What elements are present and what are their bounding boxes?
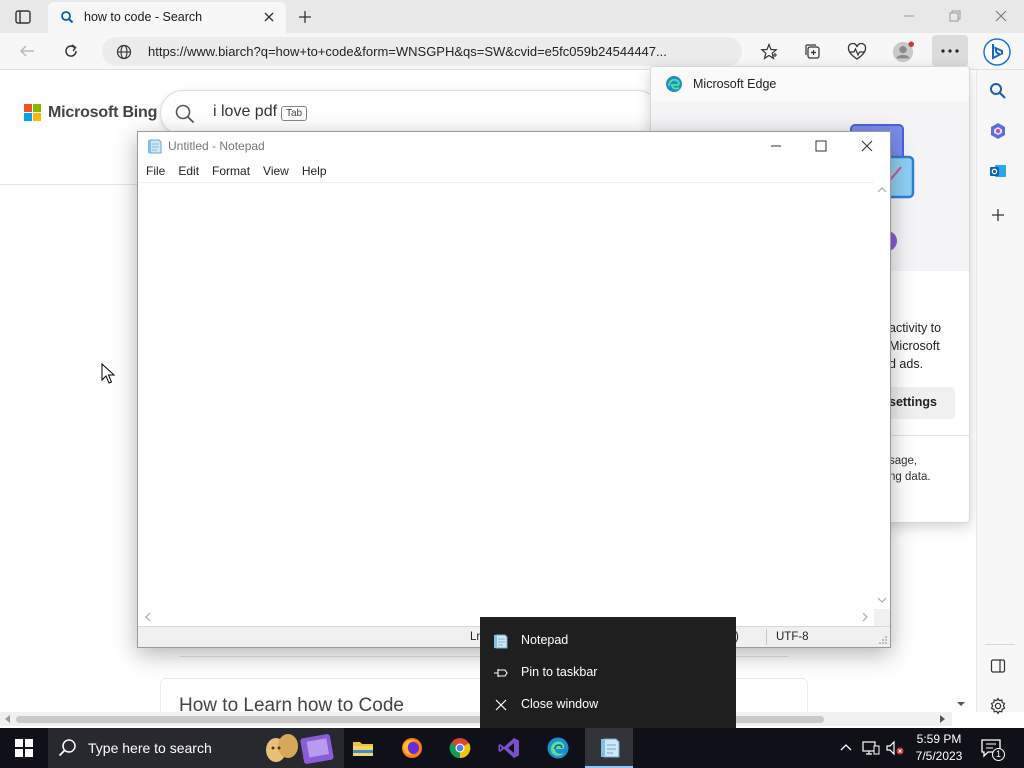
sidebar-microsoft365-icon[interactable] <box>987 120 1009 142</box>
windows-start-icon[interactable] <box>0 728 48 768</box>
notification-count-badge: 1 <box>992 748 1005 761</box>
close-window-icon[interactable] <box>988 6 1014 26</box>
search-query-text[interactable]: i love pdf <box>213 103 277 121</box>
browser-toolbar: https://www.biarch?q=how+to+code&form=WN… <box>0 33 1024 70</box>
taskbar-search-placeholder: Type here to search <box>88 740 212 756</box>
collections-icon[interactable] <box>802 41 824 63</box>
edge-logo-icon <box>665 75 683 93</box>
clock-date: 7/5/2023 <box>915 749 963 763</box>
tab-actions-icon[interactable] <box>10 6 36 28</box>
jumplist-item-notepad[interactable]: Notepad <box>480 625 736 657</box>
globe-icon[interactable] <box>116 44 132 60</box>
notepad-title: Untitled - Notepad <box>168 139 265 153</box>
menu-edit[interactable]: Edit <box>177 160 205 182</box>
url-text: https://www.biarch?q=how+to+code&form=WN… <box>148 44 667 59</box>
menu-view[interactable]: View <box>262 160 295 182</box>
browser-tab-active[interactable]: how to code - Search <box>48 2 286 33</box>
notepad-menubar: File Edit Format View Help <box>138 160 890 182</box>
edge-panel-body-text: activity to Microsoft d ads. <box>889 321 942 371</box>
bing-logo[interactable]: Microsoft Bing <box>24 104 157 122</box>
taskbar-notepad-button[interactable] <box>585 728 633 768</box>
back-arrow-icon[interactable] <box>16 41 38 61</box>
notepad-maximize-icon[interactable] <box>812 138 830 154</box>
menu-file[interactable]: File <box>145 160 171 182</box>
pin-icon <box>492 665 510 681</box>
sidebar-settings-gear-icon[interactable] <box>987 695 1009 717</box>
microsoft-logo-icon <box>24 104 42 122</box>
tab-title: how to code - Search <box>84 10 203 24</box>
status-separator <box>766 629 767 645</box>
browser-essentials-icon[interactable] <box>846 41 868 63</box>
page-horizontal-scrollbar[interactable] <box>0 712 952 726</box>
notepad-titlebar[interactable]: Untitled - Notepad <box>138 132 890 160</box>
minimize-icon[interactable] <box>896 6 922 26</box>
browser-tab-strip: how to code - Search <box>0 0 1024 33</box>
edge-sidebar <box>976 70 1024 715</box>
menu-help[interactable]: Help <box>301 160 333 182</box>
scroll-down-arrow-icon[interactable] <box>955 698 967 710</box>
edge-icon[interactable] <box>534 728 582 768</box>
mouse-cursor-icon <box>101 363 115 385</box>
search-favicon-icon <box>60 10 74 24</box>
notepad-window[interactable]: Untitled - Notepad File Edit Format View… <box>137 131 891 648</box>
profile-avatar-icon[interactable] <box>892 41 914 63</box>
edge-panel-header: Microsoft Edge <box>651 67 969 101</box>
address-bar[interactable]: https://www.biarch?q=how+to+code&form=WN… <box>102 37 742 66</box>
show-hidden-icons-chevron-icon[interactable] <box>838 740 854 756</box>
clock-time: 5:59 PM <box>916 732 962 746</box>
notepad-icon <box>599 738 621 758</box>
notepad-resize-grip[interactable] <box>874 609 890 626</box>
tab-close-icon[interactable] <box>262 10 276 24</box>
jumplist-item-close[interactable]: Close window <box>480 689 736 721</box>
visual-studio-icon[interactable] <box>485 728 533 768</box>
notepad-close-icon[interactable] <box>858 138 876 154</box>
file-explorer-icon[interactable] <box>339 728 387 768</box>
windows-taskbar: Type here to search 5:59 PM 7/5/2023 1 <box>0 728 1024 768</box>
jumplist-item-pin[interactable]: Pin to taskbar <box>480 657 736 689</box>
edge-panel-title: Microsoft Edge <box>693 77 777 91</box>
status-encoding: UTF-8 <box>776 631 809 643</box>
restore-icon[interactable] <box>942 6 968 26</box>
bing-search-box[interactable]: i love pdf Tab <box>160 90 660 136</box>
new-tab-icon[interactable] <box>294 6 316 28</box>
taskbar-clock[interactable]: 5:59 PM 7/5/2023 <box>908 731 970 765</box>
jumplist-label: Close window <box>521 697 599 711</box>
firefox-icon[interactable] <box>388 728 436 768</box>
header-divider <box>0 184 140 185</box>
sidebar-add-icon[interactable] <box>987 204 1009 226</box>
tab-hint-badge: Tab <box>281 106 308 121</box>
sidebar-search-icon[interactable] <box>987 80 1009 102</box>
bing-copilot-icon[interactable] <box>982 37 1012 67</box>
settings-button-label: settings <box>889 395 937 409</box>
edge-panel-footnote: sage, ng data. <box>889 455 931 483</box>
notepad-icon <box>492 633 510 649</box>
favorites-star-icon[interactable] <box>758 41 780 63</box>
notepad-icon <box>147 139 163 154</box>
close-icon <box>492 697 510 713</box>
jumplist-label: Notepad <box>521 633 569 647</box>
bing-logo-text: Microsoft Bing <box>48 104 158 121</box>
settings-and-more-button[interactable] <box>932 35 968 67</box>
volume-muted-icon[interactable] <box>886 740 904 756</box>
search-icon[interactable] <box>175 104 195 124</box>
taskbar-search-box[interactable]: Type here to search <box>48 728 344 768</box>
taskbar-jump-list: Notepad Pin to taskbar Close window <box>480 617 736 728</box>
jumplist-label: Pin to taskbar <box>521 665 598 679</box>
notepad-vertical-scrollbar[interactable] <box>874 182 890 609</box>
sidebar-divider <box>985 644 1015 645</box>
menu-format[interactable]: Format <box>211 160 256 182</box>
sidebar-outlook-icon[interactable] <box>987 160 1009 182</box>
search-highlight-art-icon <box>258 730 338 766</box>
search-icon <box>58 738 78 758</box>
refresh-icon[interactable] <box>60 41 82 61</box>
hide-sidebar-icon[interactable] <box>987 655 1009 677</box>
notepad-minimize-icon[interactable] <box>767 138 785 154</box>
chrome-icon[interactable] <box>436 728 484 768</box>
network-icon[interactable] <box>862 740 880 756</box>
notepad-text-area[interactable] <box>139 182 874 609</box>
